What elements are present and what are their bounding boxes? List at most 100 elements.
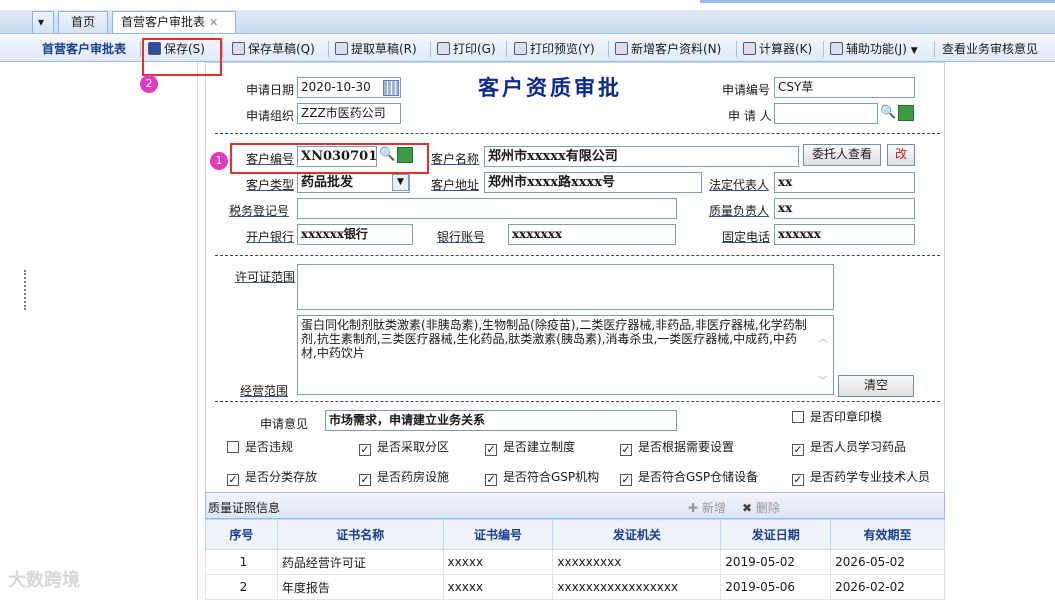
tab-bar: ▾ 首页 首营客户审批表 ✕ bbox=[0, 10, 1055, 34]
fetch-draft-button[interactable]: 提取草稿(R) bbox=[335, 39, 417, 59]
column-header[interactable]: 有效期至 bbox=[830, 519, 945, 550]
license-textarea[interactable] bbox=[297, 264, 834, 310]
scroll-up-icon[interactable]: ︿ bbox=[818, 330, 828, 345]
tax-label: 税务登记号 bbox=[229, 204, 290, 218]
print-preview-button[interactable]: 打印预览(Y) bbox=[514, 39, 595, 59]
grid-add-label: 新增 bbox=[701, 501, 726, 515]
cust-type-value: 药品批发 bbox=[301, 175, 354, 190]
splitter-handle[interactable] bbox=[24, 270, 27, 310]
opinion-field[interactable]: 市场需求，申请建立业务关系 bbox=[325, 410, 677, 431]
checkbox-label: 是否符合GSP仓储设备 bbox=[638, 470, 759, 484]
search-icon[interactable]: 🔍 bbox=[880, 106, 896, 122]
calendar-icon[interactable] bbox=[383, 80, 399, 96]
table-cell: 2026-02-02 bbox=[830, 574, 945, 600]
table-cell: 药品经营许可证 bbox=[276, 549, 444, 575]
close-icon[interactable]: ✕ bbox=[209, 16, 218, 29]
column-header[interactable]: 证书编号 bbox=[442, 519, 554, 550]
legal-value: xx bbox=[778, 175, 793, 189]
column-header[interactable]: 序号 bbox=[205, 519, 278, 550]
legal-field[interactable]: xx bbox=[774, 172, 915, 193]
checkbox-0[interactable]: 是否违规 bbox=[227, 438, 293, 455]
checkbox-label: 是否分类存放 bbox=[245, 470, 318, 484]
checkbox-4[interactable]: ✓ 是否人员学习药品 bbox=[792, 438, 906, 456]
edit-icon bbox=[615, 42, 628, 55]
checkbox-box bbox=[227, 441, 239, 453]
checkbox-3[interactable]: ✓ 是否根据需要设置 bbox=[620, 438, 734, 456]
divider bbox=[215, 133, 940, 134]
apply-org-field[interactable]: ZZZ市医药公司 bbox=[297, 103, 401, 124]
print-preview-label: 打印预览(Y) bbox=[530, 42, 595, 56]
scope-textarea[interactable]: 蛋白同化制剂肽类激素(非胰岛素),生物制品(除疫苗),二类医疗器械,非药品,非医… bbox=[297, 315, 834, 395]
save-draft-label: 保存草稿(Q) bbox=[248, 42, 315, 56]
tab-menu-dropdown[interactable]: ▾ bbox=[32, 11, 54, 33]
bank-value: xxxxxx银行 bbox=[301, 227, 368, 241]
check-icon: ✓ bbox=[620, 443, 632, 456]
divider bbox=[215, 401, 940, 402]
bank-field[interactable]: xxxxxx银行 bbox=[297, 224, 413, 245]
save-draft-button[interactable]: 保存草稿(Q) bbox=[232, 39, 315, 59]
print-button[interactable]: 打印(G) bbox=[437, 39, 496, 59]
column-header[interactable]: 发证日期 bbox=[720, 519, 832, 550]
tab-customer-approval[interactable]: 首营客户审批表 ✕ bbox=[112, 11, 236, 33]
checkbox-2[interactable]: ✓ 是否建立制度 bbox=[485, 438, 575, 456]
chevron-down-icon: ▼ bbox=[910, 46, 918, 56]
add-customer-button[interactable]: 新增客户资料(N) bbox=[615, 39, 721, 59]
cust-addr-field[interactable]: 郑州市xxxx路xxxx号 bbox=[484, 172, 702, 193]
applicant-label: 申 请 人 bbox=[728, 109, 772, 123]
tax-field[interactable] bbox=[297, 198, 677, 219]
account-field[interactable]: xxxxxxx bbox=[508, 224, 676, 245]
grid-add-button[interactable]: ✚ 新增 bbox=[688, 499, 726, 516]
highlight-save bbox=[142, 38, 222, 76]
toolbar-section-title: 首营客户审批表 bbox=[42, 42, 127, 56]
phone-value: xxxxxx bbox=[778, 227, 821, 241]
checkbox-7[interactable]: ✓ 是否符合GSP机构 bbox=[485, 468, 599, 486]
table-row[interactable]: 2 年度报告 xxxxx xxxxxxxxxxxxxxxxx 2019-05-06 202… bbox=[205, 574, 945, 600]
table-row[interactable]: 1 药品经营许可证 xxxxx xxxxxxxxx 2019-05-02 2026-05-… bbox=[205, 549, 945, 575]
table-cell: xxxxxxxxx bbox=[552, 549, 722, 575]
checkbox-8[interactable]: ✓ 是否符合GSP仓储设备 bbox=[620, 468, 758, 486]
calculator-icon bbox=[743, 42, 756, 55]
seal-checkbox[interactable]: 是否印章印模 bbox=[792, 408, 882, 425]
apply-org-value: ZZZ市医药公司 bbox=[301, 106, 386, 120]
calculator-button[interactable]: 计算器(K) bbox=[743, 39, 812, 59]
bank-label: 开户银行 bbox=[246, 230, 295, 244]
quality-field[interactable]: xx bbox=[774, 198, 915, 219]
cust-name-field[interactable]: 郑州市xxxxx有限公司 bbox=[484, 146, 799, 167]
scroll-down-icon[interactable]: ﹀ bbox=[818, 372, 828, 387]
table-cell: 2 bbox=[205, 574, 278, 600]
edit-button[interactable]: 改 bbox=[887, 144, 915, 166]
column-header[interactable]: 证书名称 bbox=[276, 519, 444, 550]
phone-field[interactable]: xxxxxx bbox=[774, 224, 915, 245]
highlight-cust-no bbox=[230, 143, 429, 174]
column-header[interactable]: 发证机关 bbox=[552, 519, 722, 550]
checkbox-6[interactable]: ✓ 是否药房设施 bbox=[359, 468, 449, 486]
checkbox-label: 是否建立制度 bbox=[503, 440, 576, 454]
check-icon: ✓ bbox=[359, 473, 371, 486]
grid-delete-label: 删除 bbox=[755, 501, 780, 515]
magnifier-icon bbox=[514, 42, 527, 55]
grid-delete-button[interactable]: ✖ 删除 bbox=[742, 499, 780, 516]
home-lookup-icon[interactable] bbox=[898, 105, 914, 121]
tab-home[interactable]: 首页 bbox=[58, 11, 108, 33]
apply-org-label: 申请组织 bbox=[246, 109, 295, 123]
checkbox-5[interactable]: ✓ 是否分类存放 bbox=[227, 468, 317, 486]
account-label: 银行账号 bbox=[437, 230, 486, 244]
quality-value: xx bbox=[778, 201, 793, 215]
checkbox-1[interactable]: ✓ 是否采取分区 bbox=[359, 438, 449, 456]
watermark: 大数跨境 bbox=[8, 570, 80, 591]
chevron-down-icon[interactable]: ▼ bbox=[392, 174, 409, 191]
check-icon: ✓ bbox=[792, 473, 804, 486]
check-icon: ✓ bbox=[359, 443, 371, 456]
assist-menu-button[interactable]: 辅助功能(J) ▼ bbox=[830, 39, 918, 59]
divider bbox=[215, 255, 940, 256]
apply-no-field[interactable]: CSY草 bbox=[774, 77, 915, 98]
clear-button[interactable]: 清空 bbox=[838, 375, 914, 397]
check-icon: ✓ bbox=[792, 443, 804, 456]
review-opinion-button[interactable]: 查看业务审核意见 bbox=[942, 39, 1038, 59]
opinion-label: 申请意见 bbox=[260, 417, 309, 431]
checkbox-9[interactable]: ✓ 是否药学专业技术人员 bbox=[792, 468, 930, 486]
license-label: 许可证范围 bbox=[235, 270, 296, 284]
agent-view-button[interactable]: 委托人查看 bbox=[803, 144, 881, 166]
applicant-field[interactable] bbox=[774, 103, 878, 124]
apply-no-value: CSY草 bbox=[778, 80, 814, 94]
